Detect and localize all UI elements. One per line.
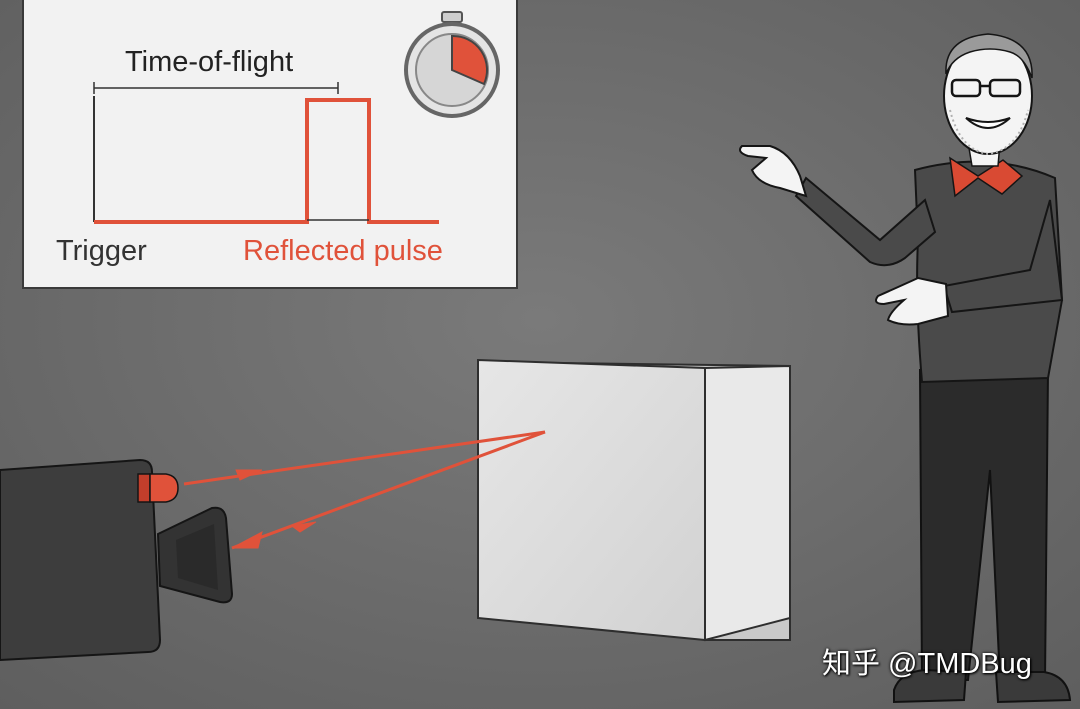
timing-board: Time-of-flight Trigger Reflected pulse [22,0,518,289]
reflecting-box [477,358,791,642]
reflected-pulse-label: Reflected pulse [243,235,443,267]
tof-label: Time-of-flight [125,46,294,78]
watermark: 知乎 @TMDBug [822,648,1032,680]
stopwatch-icon [404,11,500,118]
led-emitter-icon [137,473,179,503]
pulse-waveform [94,98,439,224]
trigger-label: Trigger [56,235,147,267]
tof-bracket [93,82,339,94]
